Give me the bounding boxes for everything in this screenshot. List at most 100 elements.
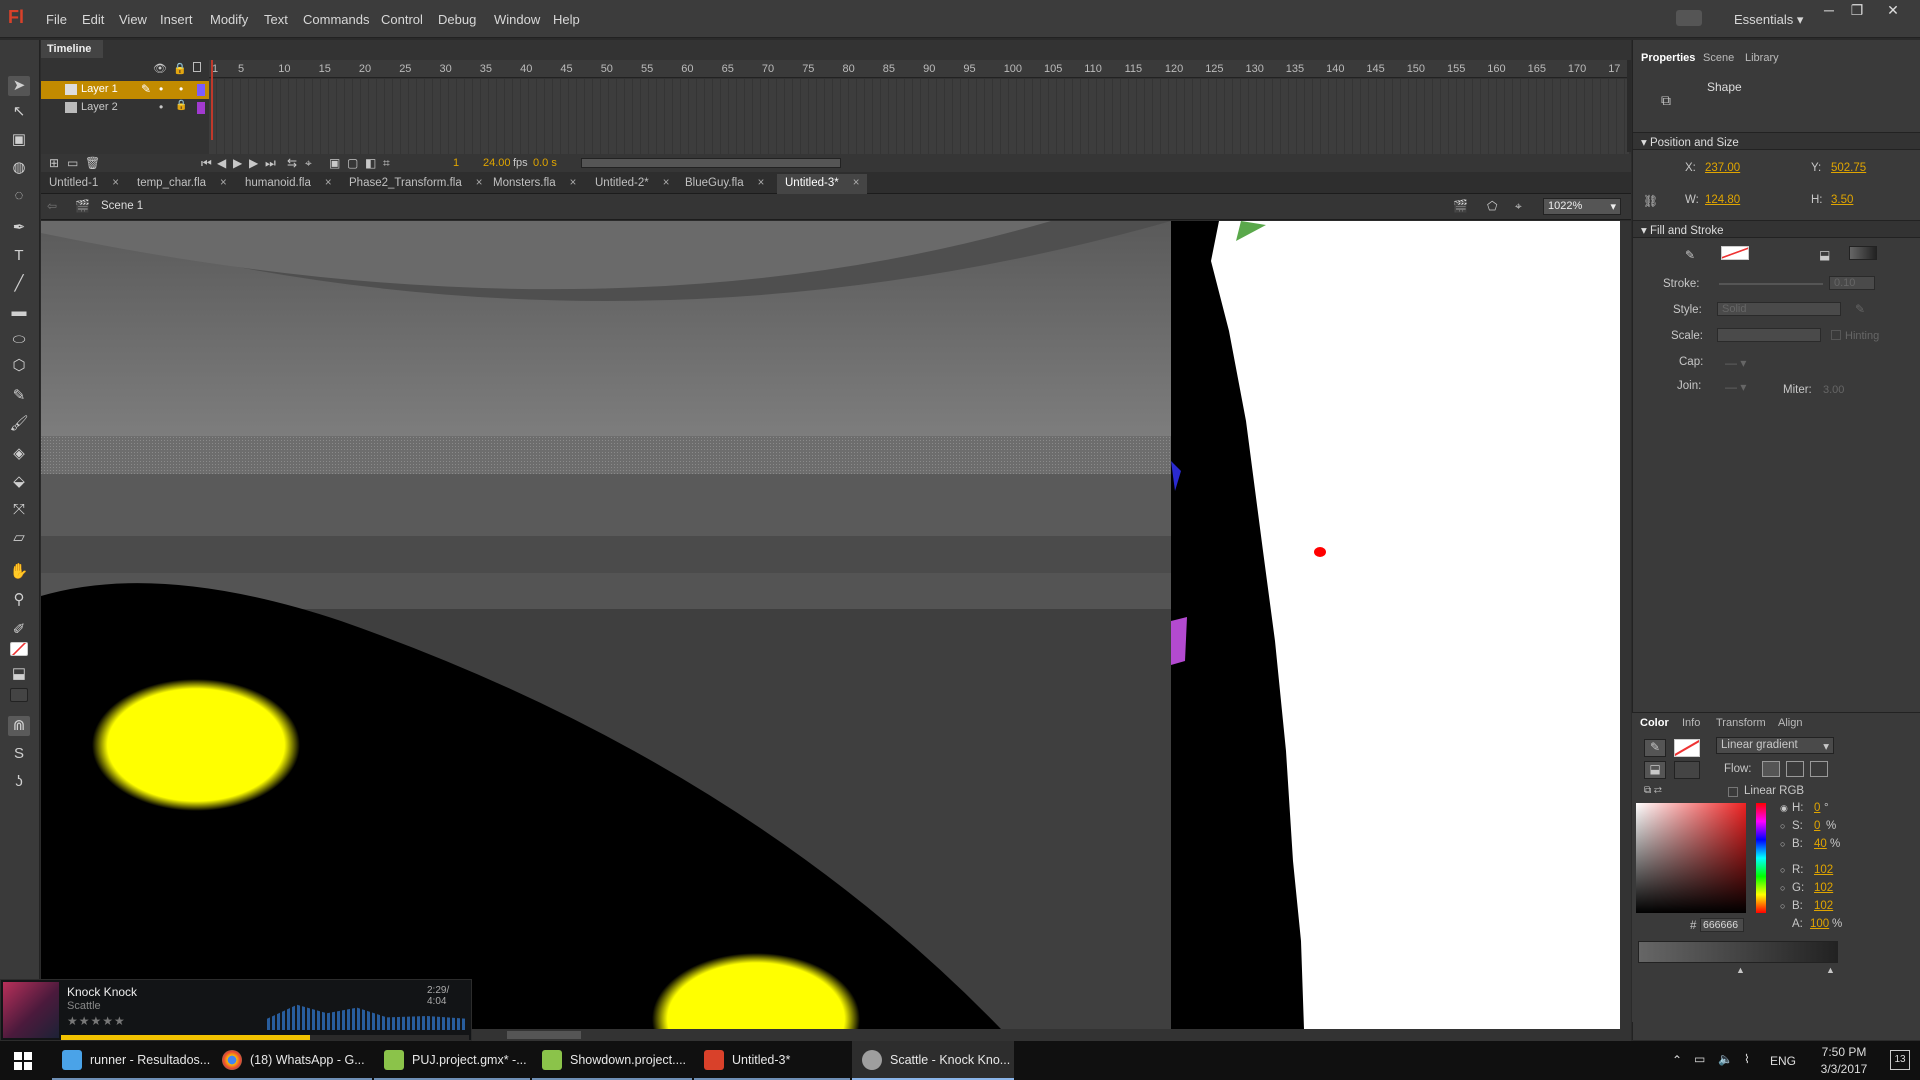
flow-extend-button[interactable] (1762, 761, 1780, 777)
h-radio[interactable]: ◉ (1780, 803, 1788, 814)
r-value[interactable]: 102 (1814, 864, 1833, 876)
minimize-button[interactable]: ─ (1816, 2, 1842, 20)
layer-row-1[interactable]: Layer 1 ✎ • • (41, 81, 209, 99)
doc-tab[interactable]: humanoid.fla × (237, 174, 340, 194)
fps-value[interactable]: 24.00 (483, 157, 511, 169)
task-music-player[interactable]: Scattle - Knock Kno... (852, 1041, 1014, 1080)
edit-style-icon[interactable]: ✎ (1855, 302, 1865, 316)
stage-hscroll-thumb[interactable] (507, 1031, 581, 1039)
task-flash-untitled-3[interactable]: Untitled-3* (694, 1041, 850, 1080)
close-icon[interactable]: × (663, 177, 670, 189)
menu-commands[interactable]: Commands (303, 12, 369, 27)
scene-name[interactable]: Scene 1 (101, 200, 143, 212)
bucket-color-icon[interactable]: ⬓ (8, 664, 30, 684)
start-button[interactable] (14, 1052, 32, 1070)
stroke-pencil-icon[interactable]: ✎ (1644, 739, 1666, 757)
go-last-frame-icon[interactable]: ⏭ (265, 156, 276, 171)
lock-icon[interactable]: 🔒 (175, 100, 187, 111)
center-frame-icon[interactable]: ⌖ (305, 156, 312, 171)
tray-chevron-icon[interactable]: ⌃ (1672, 1053, 1682, 1067)
music-player-widget[interactable]: Knock Knock Scattle ★★★★★ 2:29/ 4:04 (0, 979, 472, 1041)
brush-tool-icon[interactable]: 🖌 (8, 414, 30, 434)
fill-bucket-icon[interactable]: ⬓ (1644, 761, 1666, 779)
menu-text[interactable]: Text (264, 12, 288, 27)
tab-library[interactable]: Library (1745, 52, 1779, 64)
r-radio[interactable]: ○ (1780, 865, 1785, 875)
saturation-brightness-field[interactable] (1636, 803, 1746, 913)
gradient-stop-right[interactable]: ▲ (1826, 965, 1835, 975)
lasso-tool-icon[interactable]: ◌ (8, 186, 30, 206)
linear-rgb-checkbox[interactable] (1728, 787, 1738, 797)
eyedropper-tool-icon[interactable]: ⤧ (8, 500, 30, 520)
stage-vscroll[interactable] (1620, 221, 1631, 1029)
fill-color-swatch[interactable] (1849, 246, 1877, 260)
scale-select[interactable] (1717, 328, 1821, 342)
h-value[interactable]: 0 (1814, 802, 1820, 814)
edit-scene-icon[interactable]: 🎬 (1453, 199, 1468, 213)
elapsed-time[interactable]: 0.0 s (533, 157, 557, 169)
s-radio[interactable]: ○ (1780, 821, 1785, 831)
restore-button[interactable]: ❐ (1844, 2, 1870, 20)
track-rating[interactable]: ★★★★★ (67, 1014, 126, 1028)
cap-select[interactable]: — ▾ (1725, 356, 1746, 370)
menu-control[interactable]: Control (381, 12, 423, 27)
task-puj-project[interactable]: PUJ.project.gmx* -... (374, 1041, 530, 1080)
modify-markers-icon[interactable]: ⌗ (383, 156, 390, 171)
line-tool-icon[interactable]: ╱ (8, 274, 30, 294)
selection-tool-icon[interactable]: ➤ (8, 76, 30, 96)
doc-tab[interactable]: BlueGuy.fla × (677, 174, 772, 194)
playhead[interactable] (211, 60, 213, 140)
tab-transform[interactable]: Transform (1716, 717, 1766, 729)
tab-align[interactable]: Align (1778, 717, 1802, 729)
oval-tool-icon[interactable]: ⬭ (8, 330, 30, 350)
frames-grid[interactable] (209, 79, 1629, 161)
g-radio[interactable]: ○ (1780, 883, 1785, 893)
clock-date[interactable]: 3/3/2017 (1812, 1062, 1876, 1076)
ink-bottle-tool-icon[interactable]: ⬙ (8, 472, 30, 492)
lock-all-icon[interactable]: 🔒 (173, 62, 187, 75)
gradient-bar[interactable] (1638, 941, 1838, 963)
close-button[interactable]: ✕ (1880, 2, 1906, 20)
pencil-tool-icon[interactable]: ✎ (8, 386, 30, 406)
menu-debug[interactable]: Debug (438, 12, 476, 27)
frame-ruler[interactable]: 1 5 10 15 20 25 30 35 40 45 50 55 60 65 70 75 80 85 90 95 10… (209, 60, 1629, 78)
polystar-tool-icon[interactable]: ⬡ (8, 356, 30, 376)
stage[interactable] (41, 221, 1620, 1029)
alpha-value[interactable]: 100 (1810, 918, 1829, 930)
fill-color-swatch[interactable] (10, 642, 28, 656)
menu-view[interactable]: View (119, 12, 147, 27)
close-icon[interactable]: × (476, 177, 483, 189)
timeline-tab[interactable]: Timeline (41, 40, 103, 58)
flow-repeat-button[interactable] (1810, 761, 1828, 777)
step-forward-icon[interactable]: ▶ (249, 156, 258, 170)
hand-tool-icon[interactable]: ✋ (8, 562, 30, 582)
network-icon[interactable]: ▭ (1694, 1052, 1705, 1066)
timeline-vscroll[interactable] (1627, 60, 1631, 152)
3d-rotation-tool-icon[interactable]: ◍ (8, 158, 30, 178)
straighten-icon[interactable]: ʖ (8, 772, 30, 792)
close-icon[interactable]: × (325, 177, 332, 189)
menu-window[interactable]: Window (494, 12, 540, 27)
language-indicator[interactable]: ENG (1770, 1054, 1796, 1068)
onion-outline-icon[interactable]: ▢ (347, 156, 358, 170)
tab-color[interactable]: Color (1640, 717, 1669, 729)
swap-colors-icon[interactable]: ⧉ ⇄ (1644, 785, 1662, 796)
task-runner[interactable]: runner - Resultados... (52, 1041, 212, 1080)
doc-tab[interactable]: Untitled-2* × (587, 174, 677, 194)
doc-tab[interactable]: Monsters.fla × (485, 174, 584, 194)
blue-value[interactable]: 102 (1814, 900, 1833, 912)
center-stage-icon[interactable]: ⌖ (1515, 199, 1522, 214)
loop-icon[interactable]: ⇆ (287, 156, 297, 170)
gradient-stop-left[interactable]: ▲ (1736, 965, 1745, 975)
outline-all-icon[interactable] (193, 62, 201, 72)
join-select[interactable]: — ▾ (1725, 380, 1746, 394)
h-value[interactable]: 3.50 (1831, 194, 1853, 206)
b-value[interactable]: 40 (1814, 838, 1827, 850)
go-first-frame-icon[interactable]: ⏮ (201, 156, 212, 171)
text-tool-icon[interactable]: T (8, 246, 30, 266)
back-arrow-icon[interactable]: ⇦ (47, 199, 57, 213)
track-progress-bar[interactable] (61, 1035, 469, 1040)
menu-modify[interactable]: Modify (210, 12, 248, 27)
subselection-tool-icon[interactable]: ↖ (8, 102, 30, 122)
timeline-hscroll[interactable] (581, 158, 841, 168)
